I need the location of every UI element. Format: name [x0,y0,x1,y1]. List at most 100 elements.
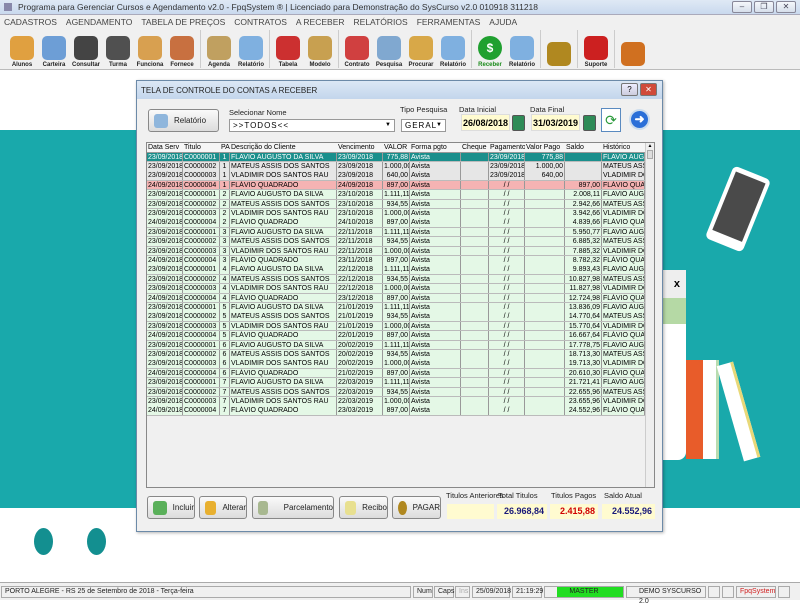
include-button[interactable]: Incluir [147,496,195,519]
table-row[interactable]: 23/09/2018 C0000001 1 FLAVIO AUGUSTO DA SIL… [147,152,646,163]
table-row[interactable]: 24/09/2018 C0000004 3 FLÁVIO QUADRADO 23/11/… [147,255,646,266]
report-button[interactable]: Relatório [148,109,219,132]
column-header-value[interactable]: VALOR [383,143,410,152]
toolbar-button-procurar[interactable]: Procurar [405,28,437,70]
cell-payment-method: Avista [410,293,461,303]
toolbar-button-contrato[interactable]: Contrato [341,28,373,70]
menu-item[interactable]: AJUDA [489,17,517,27]
menu-item[interactable]: AGENDAMENTO [66,17,132,27]
installments-button[interactable]: Parcelamento [252,496,334,519]
cell-value: 1.000,00 [384,208,410,218]
cell-check [461,368,489,378]
column-header-payment-date[interactable]: Pagamento [489,143,525,152]
column-header-due-date[interactable]: Vencimento [337,143,383,152]
column-header-client[interactable]: Descrição do Cliente [230,143,337,152]
cell-payment-date: 23/09/2018 [490,152,525,162]
toolbar-button-relatório[interactable]: Relatório [235,28,267,70]
vertical-scrollbar[interactable]: ▲ [645,143,654,487]
start-date-field[interactable]: 26/08/2018 [461,114,510,131]
toolbar-button-receber[interactable]: $ Receber [474,28,506,70]
cell-history: MATEUS ASSI [603,199,645,209]
table-row[interactable]: 23/09/2018 C0000003 6 VLADIMIR DOS SANTOS R… [147,359,646,369]
cell-check [461,321,489,331]
column-header-title[interactable]: Titulo [183,143,220,152]
calendar-icon[interactable] [583,115,596,131]
table-row[interactable]: 23/09/2018 C0000001 5 FLAVIO AUGUSTO DA SIL… [147,302,646,313]
cell-history: FLÁVIO QUAD [603,255,645,265]
table-row[interactable]: 23/09/2018 C0000002 2 MATEUS ASSIS DOS SANT… [147,199,646,210]
toolbar-button-exit[interactable] [617,28,649,70]
toolbar-button-funciona[interactable]: Funciona [134,28,166,70]
toolbar-button-relatório[interactable]: Relatório [506,28,538,70]
toolbar-button-coins[interactable] [543,28,575,70]
table-row[interactable]: 24/09/2018 C0000004 2 FLÁVIO QUADRADO 24/10/… [147,218,646,228]
table-row[interactable]: 24/09/2018 C0000004 5 FLÁVIO QUADRADO 22/01/… [147,331,646,341]
table-row[interactable]: 23/09/2018 C0000002 6 MATEUS ASSIS DOS SANT… [147,349,646,360]
table-row[interactable]: 23/09/2018 C0000003 4 VLADIMIR DOS SANTOS R… [147,284,646,294]
receipt-button[interactable]: Recibo [339,496,388,519]
menu-item[interactable]: CONTRATOS [234,17,287,27]
status-product: DEMO SYSCURSO 2.0 [626,586,706,605]
column-header-history[interactable]: Histórico [602,143,645,152]
toolbar-button-pesquisa[interactable]: Pesquisa [373,28,405,70]
column-header-installment[interactable]: PA [220,143,230,152]
table-row[interactable]: 23/09/2018 C0000003 5 VLADIMIR DOS SANTOS R… [147,321,646,332]
minimize-button[interactable]: – [732,1,752,13]
table-row[interactable]: 23/09/2018 C0000002 4 MATEUS ASSIS DOS SANT… [147,274,646,285]
edit-button[interactable]: Alterar [199,496,247,519]
restore-button[interactable]: ❐ [754,1,774,13]
column-header-check[interactable]: Cheque [461,143,489,152]
total-titles-value: 26.968,84 [497,504,547,519]
menu-item[interactable]: A RECEBER [296,17,345,27]
table-row[interactable]: 23/09/2018 C0000003 7 VLADIMIR DOS SANTOS R… [147,396,646,407]
menu-item[interactable]: TABELA DE PREÇOS [141,17,225,27]
cell-history: FLÁVIO QUAD [603,331,645,340]
cell-due-date: 20/02/2019 [337,359,383,368]
menu-item[interactable]: RELATÓRIOS [354,17,408,27]
table-row[interactable]: 23/09/2018 C0000001 3 FLAVIO AUGUSTO DA SIL… [147,227,646,238]
toolbar-button-turma[interactable]: Turma [102,28,134,70]
menu-item[interactable]: FERRAMENTAS [417,17,481,27]
column-header-payment-method[interactable]: Forma pgto [410,143,461,152]
toolbar-button-agenda[interactable]: Agenda [203,28,235,70]
table-row[interactable]: 23/09/2018 C0000002 7 MATEUS ASSIS DOS SANT… [147,387,646,398]
toolbar-button-tabela[interactable]: Tabela [272,28,304,70]
close-button[interactable]: ✕ [776,1,796,13]
table-row[interactable]: 23/09/2018 C0000003 1 VLADIMIR DOS SANTOS R… [147,171,646,181]
search-type-dropdown[interactable]: GERAL ▼ [401,119,446,132]
table-row[interactable]: 23/09/2018 C0000001 7 FLAVIO AUGUSTO DA SIL… [147,378,646,388]
menu-item[interactable]: CADASTROS [4,17,57,27]
column-header-paid-value[interactable]: Valor Pago [525,143,565,152]
cell-installment: 7 [220,396,230,406]
window-title-bar: Programa para Gerenciar Cursos e Agendam… [0,0,800,15]
table-row[interactable]: 23/09/2018 C0000001 2 FLAVIO AUGUSTO DA SIL… [147,190,646,200]
select-name-dropdown[interactable]: >>TODOS<< ▼ [229,119,395,132]
column-header-service-date[interactable]: Data Serv [147,143,183,152]
toolbar-button-suporte[interactable]: Suporte [580,28,612,70]
table-row[interactable]: 24/09/2018 C0000004 4 FLÁVIO QUADRADO 23/12/… [147,293,646,304]
end-date-field[interactable]: 31/03/2019 [531,114,580,131]
toolbar-button-alunos[interactable]: Alunos [6,28,38,70]
column-header-balance[interactable]: Saldo [565,143,602,152]
table-row[interactable]: 24/09/2018 C0000004 6 FLÁVIO QUADRADO 21/02/… [147,368,646,379]
dialog-close-button[interactable]: ✕ [640,83,657,96]
table-row[interactable]: 23/09/2018 C0000002 5 MATEUS ASSIS DOS SANT… [147,312,646,322]
toolbar-button-modelo[interactable]: Modelo [304,28,336,70]
table-row[interactable]: 23/09/2018 C0000002 3 MATEUS ASSIS DOS SANT… [147,237,646,247]
toolbar-button-relatório[interactable]: Relatório [437,28,469,70]
table-row[interactable]: 24/09/2018 C0000004 1 FLÁVIO QUADRADO 24/09/… [147,180,646,191]
table-row[interactable]: 23/09/2018 C0000001 4 FLAVIO AUGUSTO DA SIL… [147,265,646,275]
table-row[interactable]: 23/09/2018 C0000003 2 VLADIMIR DOS SANTOS R… [147,208,646,219]
calendar-icon[interactable] [512,115,525,131]
table-row[interactable]: 23/09/2018 C0000003 3 VLADIMIR DOS SANTOS R… [147,246,646,257]
toolbar-button-fornece[interactable]: Fornece [166,28,198,70]
refresh-button[interactable]: ⟳ [601,108,621,132]
table-row[interactable]: 23/09/2018 C0000002 1 MATEUS ASSIS DOS SANT… [147,161,646,172]
toolbar-button-carteira[interactable]: Carteira [38,28,70,70]
table-row[interactable]: 24/09/2018 C0000004 7 FLÁVIO QUADRADO 23/03/… [147,406,646,416]
help-button[interactable]: ? [621,83,638,96]
pay-button[interactable]: PAGAR [392,496,441,519]
arrow-right-icon[interactable]: ➜ [629,109,650,130]
table-row[interactable]: 23/09/2018 C0000001 6 FLAVIO AUGUSTO DA SIL… [147,340,646,351]
toolbar-button-consultar[interactable]: Consultar [70,28,102,70]
